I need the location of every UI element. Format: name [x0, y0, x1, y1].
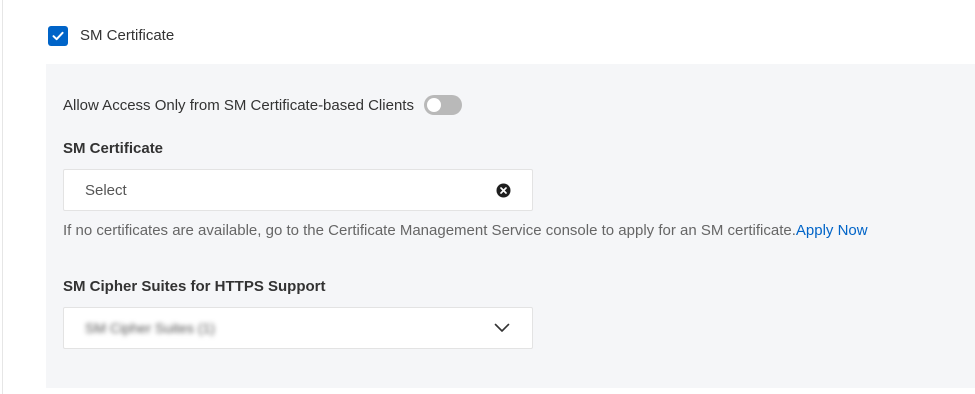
sm-certificate-select-placeholder: Select: [85, 182, 127, 199]
sm-certificate-option[interactable]: SM Certificate: [48, 25, 174, 47]
clear-icon[interactable]: [496, 183, 511, 198]
sm-certificate-settings-panel: Allow Access Only from SM Certificate-ba…: [46, 64, 975, 388]
sm-certificate-field-title: SM Certificate: [63, 140, 164, 157]
sm-certificate-checkbox-label: SM Certificate: [80, 27, 175, 44]
certificate-hint: If no certificates are available, go to …: [63, 222, 868, 239]
cipher-suites-field-title: SM Cipher Suites for HTTPS Support: [63, 278, 326, 295]
left-divider: [2, 0, 3, 394]
switch-knob: [426, 98, 441, 112]
access-only-label: Allow Access Only from SM Certificate-ba…: [63, 96, 414, 114]
apply-now-link[interactable]: Apply Now: [796, 222, 868, 239]
cipher-suites-selected-value: SM Cipher Suites (1): [85, 320, 215, 336]
sm-certificate-select[interactable]: Select: [63, 169, 533, 211]
cipher-suites-select[interactable]: SM Cipher Suites (1): [63, 307, 533, 349]
certificate-hint-text: If no certificates are available, go to …: [63, 222, 796, 239]
checkmark-icon: [52, 31, 64, 41]
chevron-down-icon: [494, 323, 510, 332]
access-only-switch[interactable]: [423, 95, 462, 115]
access-only-row: Allow Access Only from SM Certificate-ba…: [63, 93, 462, 117]
sm-certificate-checkbox[interactable]: [48, 26, 68, 46]
